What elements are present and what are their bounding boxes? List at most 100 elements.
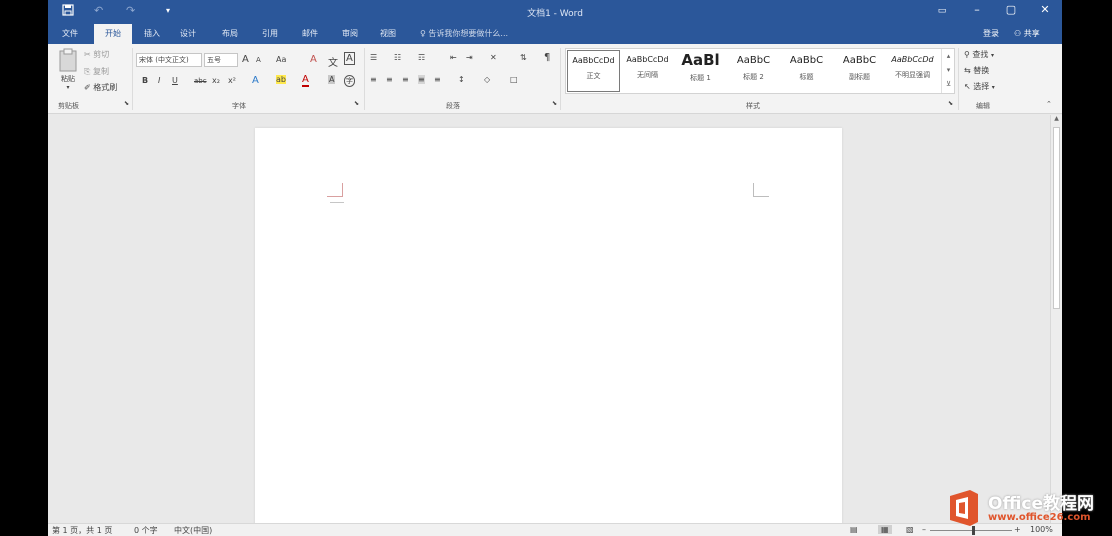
multilevel-list-icon[interactable]: ☶ bbox=[418, 53, 425, 62]
gallery-scrollbar[interactable]: ▴ ▾ ⊻ bbox=[941, 49, 955, 93]
close-icon[interactable]: ✕ bbox=[1032, 3, 1058, 16]
maximize-icon[interactable]: ▢ bbox=[998, 3, 1024, 16]
chevron-down-icon[interactable]: ▾ bbox=[942, 63, 955, 77]
cursor-icon: ↖ bbox=[964, 82, 971, 91]
shading-icon[interactable]: ◇ bbox=[484, 75, 490, 84]
style-sample: AaBbCcDd bbox=[626, 55, 669, 64]
print-layout-icon[interactable]: ▦ bbox=[878, 525, 892, 534]
scroll-thumb[interactable] bbox=[1053, 127, 1060, 309]
numbering-icon[interactable]: ☷ bbox=[394, 53, 401, 62]
sign-in-link[interactable]: 登录 bbox=[983, 28, 999, 39]
tab-layout[interactable]: 布局 bbox=[214, 24, 246, 44]
tab-insert[interactable]: 插入 bbox=[136, 24, 168, 44]
restore-ribbon-icon[interactable]: ▭ bbox=[929, 6, 955, 16]
font-name-box[interactable]: 宋体 (中文正文) bbox=[136, 53, 202, 67]
phonetic-guide-icon[interactable]: 文 bbox=[328, 54, 338, 69]
styles-group-label: 样式 bbox=[746, 102, 760, 110]
format-painter-label: 格式刷 bbox=[93, 83, 118, 92]
tab-review[interactable]: 审阅 bbox=[334, 24, 366, 44]
chevron-up-icon[interactable]: ▴ bbox=[942, 49, 955, 63]
italic-icon[interactable]: I bbox=[158, 76, 160, 85]
show-marks-icon[interactable]: ¶ bbox=[544, 52, 550, 63]
chinese-layout-icon[interactable]: ✕ bbox=[490, 53, 497, 62]
style-no-spacing[interactable]: AaBbCcDd 无间隔 bbox=[621, 50, 674, 92]
format-painter-button[interactable]: ✐ 格式刷 bbox=[84, 82, 117, 93]
style-name: 无间隔 bbox=[637, 71, 658, 79]
gallery-more-icon[interactable]: ⊻ bbox=[942, 77, 955, 91]
bullets-icon[interactable]: ☰ bbox=[370, 53, 377, 62]
tab-view[interactable]: 视图 bbox=[372, 24, 404, 44]
clipboard-icon bbox=[59, 48, 77, 72]
tab-references[interactable]: 引用 bbox=[254, 24, 286, 44]
increase-indent-icon[interactable]: ⇥ bbox=[466, 53, 473, 62]
tab-file[interactable]: 文件 bbox=[54, 24, 86, 44]
scroll-up-icon[interactable]: ▲ bbox=[1051, 115, 1062, 125]
text-effects-icon[interactable]: A bbox=[252, 75, 259, 86]
align-right-icon[interactable]: ≡ bbox=[402, 75, 409, 84]
change-case-icon[interactable]: Aa bbox=[276, 55, 286, 64]
underline-icon[interactable]: U bbox=[172, 76, 178, 85]
strikethrough-icon[interactable]: abc bbox=[194, 77, 207, 85]
cut-button[interactable]: ✂ 剪切 bbox=[84, 49, 109, 60]
line-spacing-icon[interactable]: ↕ bbox=[458, 75, 465, 84]
style-subtitle[interactable]: AaBbC 副标题 bbox=[833, 50, 886, 92]
crop-mark-top-left bbox=[327, 183, 343, 197]
borders-icon[interactable]: □ bbox=[510, 75, 518, 84]
page-count[interactable]: 第 1 页，共 1 页 bbox=[52, 525, 112, 536]
zoom-out-icon[interactable]: – bbox=[922, 525, 926, 534]
paste-button[interactable]: 粘贴 ▾ bbox=[56, 48, 80, 91]
select-button[interactable]: ↖ 选择 ▾ bbox=[964, 81, 995, 92]
superscript-icon[interactable]: x² bbox=[228, 76, 236, 85]
find-button[interactable]: ⚲ 查找 ▾ bbox=[964, 49, 994, 60]
style-heading-2[interactable]: AaBbC 标题 2 bbox=[727, 50, 780, 92]
shrink-font-icon[interactable]: A bbox=[256, 56, 261, 64]
tab-mailings[interactable]: 邮件 bbox=[294, 24, 326, 44]
share-button[interactable]: ⚇ 共享 bbox=[1014, 28, 1040, 39]
word-count[interactable]: 0 个字 bbox=[134, 525, 158, 536]
decrease-indent-icon[interactable]: ⇤ bbox=[450, 53, 457, 62]
justify-icon[interactable]: ≡ bbox=[418, 75, 425, 84]
style-heading-1[interactable]: AaBl 标题 1 bbox=[674, 50, 727, 92]
highlight-icon[interactable]: ab bbox=[276, 75, 286, 84]
style-subtle-emphasis[interactable]: AaBbCcDd 不明显强调 bbox=[886, 50, 939, 92]
divider bbox=[364, 48, 365, 110]
bold-icon[interactable]: B bbox=[142, 76, 148, 85]
tab-design[interactable]: 设计 bbox=[172, 24, 204, 44]
char-shading-icon[interactable]: A bbox=[328, 75, 336, 84]
web-layout-icon[interactable]: ▧ bbox=[906, 525, 914, 534]
char-border-icon[interactable]: A bbox=[344, 52, 355, 65]
styles-launcher-icon[interactable]: ⬊ bbox=[948, 100, 953, 107]
styles-gallery: AaBbCcDd 正文 AaBbCcDd 无间隔 AaBl 标题 1 AaBbC… bbox=[565, 48, 955, 94]
align-center-icon[interactable]: ≡ bbox=[386, 75, 393, 84]
magnifier-icon: ⚲ bbox=[964, 50, 970, 59]
minimize-icon[interactable]: – bbox=[964, 3, 990, 16]
align-left-icon[interactable]: ≡ bbox=[370, 75, 377, 84]
copy-button[interactable]: ⎘ 复制 bbox=[84, 66, 109, 77]
distributed-icon[interactable]: ≡ bbox=[434, 75, 441, 84]
replace-button[interactable]: ⇆ 替换 bbox=[964, 65, 989, 76]
person-icon: ⚇ bbox=[1014, 29, 1022, 38]
subscript-icon[interactable]: x₂ bbox=[212, 76, 220, 85]
select-label: 选择 bbox=[973, 82, 990, 91]
grow-font-icon[interactable]: A bbox=[242, 54, 249, 65]
font-launcher-icon[interactable]: ⬊ bbox=[354, 100, 359, 107]
sort-icon[interactable]: ⇅ bbox=[520, 53, 527, 62]
vertical-scrollbar[interactable]: ▲ bbox=[1050, 115, 1062, 523]
style-name: 正文 bbox=[586, 72, 601, 80]
document-page[interactable] bbox=[255, 128, 842, 528]
language-indicator[interactable]: 中文(中国) bbox=[174, 525, 212, 536]
enclose-char-icon[interactable]: 字 bbox=[344, 75, 355, 87]
tab-home[interactable]: 开始 bbox=[94, 24, 132, 44]
read-mode-icon[interactable]: ▤ bbox=[850, 525, 858, 534]
clear-format-icon[interactable]: A bbox=[310, 54, 317, 65]
style-normal[interactable]: AaBbCcDd 正文 bbox=[567, 50, 620, 92]
tell-me-box[interactable]: ♀ 告诉我你想要做什么... bbox=[420, 28, 508, 39]
collapse-ribbon-icon[interactable]: ⌃ bbox=[1046, 100, 1052, 108]
clipboard-launcher-icon[interactable]: ⬊ bbox=[124, 100, 129, 107]
font-color-icon[interactable]: A bbox=[302, 74, 309, 87]
style-title[interactable]: AaBbC 标题 bbox=[780, 50, 833, 92]
window-title: 文档1 - Word bbox=[527, 9, 583, 19]
paragraph-launcher-icon[interactable]: ⬊ bbox=[552, 100, 557, 107]
watermark-url: www.office26.com bbox=[988, 512, 1091, 523]
font-size-box[interactable]: 五号 bbox=[204, 53, 238, 67]
